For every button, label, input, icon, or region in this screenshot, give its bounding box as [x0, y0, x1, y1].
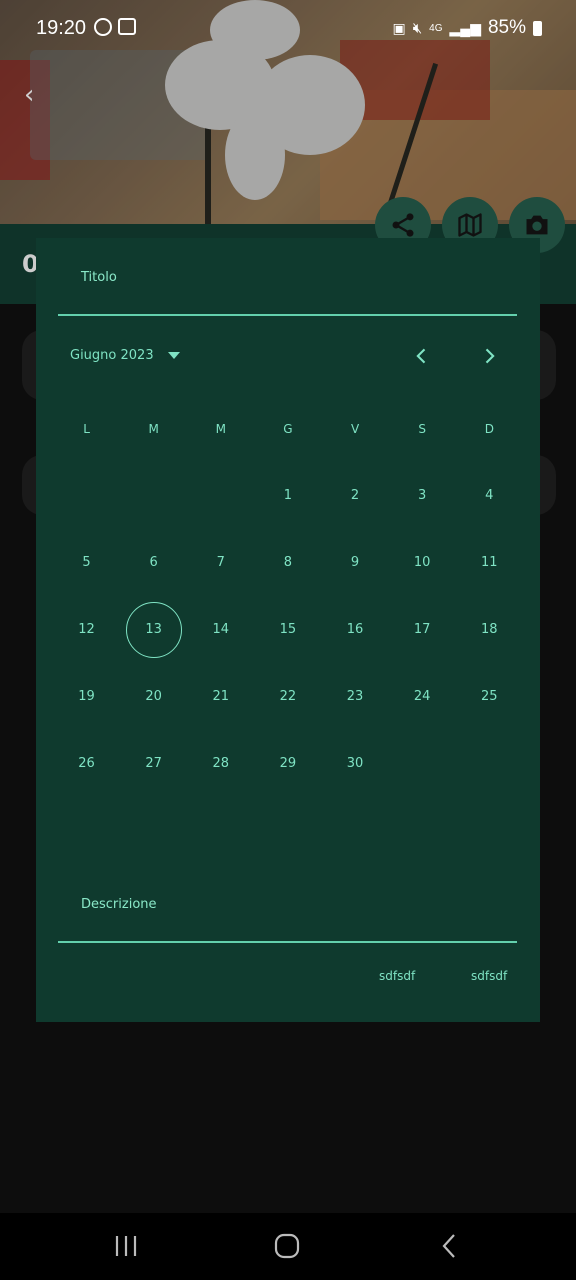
- weekday-label: M: [215, 422, 226, 436]
- calendar-day[interactable]: 24: [389, 669, 456, 725]
- back-arrow-icon[interactable]: ‹: [24, 80, 34, 110]
- previous-month-button[interactable]: [410, 344, 434, 368]
- calendar-day[interactable]: 8: [254, 535, 321, 591]
- calendar-day[interactable]: 2: [322, 468, 389, 524]
- calendar-day[interactable]: 3: [389, 468, 456, 524]
- calendar-week: 26 27 28 29 30: [53, 736, 523, 792]
- weekday-label: L: [83, 422, 90, 436]
- calendar-day-empty: [187, 468, 254, 524]
- network-type: 4G: [429, 22, 443, 34]
- dialog-action-button[interactable]: sdfsdf: [471, 969, 507, 983]
- battery-saver-icon: ▣: [392, 19, 406, 36]
- calendar-day[interactable]: 12: [53, 602, 120, 658]
- status-bar: 19:20 ▣ 🔇︎ 4G ▂▄▆ 85%: [0, 0, 576, 56]
- recent-apps-icon[interactable]: [112, 1232, 140, 1260]
- calendar-day-empty: [389, 736, 456, 792]
- dialog-action-button[interactable]: sdfsdf: [379, 969, 415, 983]
- camera-icon: [526, 215, 548, 235]
- title-field-label: Titolo: [81, 270, 117, 285]
- status-time: 19:20: [36, 17, 87, 39]
- calendar-week: 1 2 3 4: [53, 468, 523, 524]
- date-picker-dialog: Titolo Giugno 2023 L M M G V S D 1 2 3 4…: [36, 238, 540, 1022]
- calendar-day[interactable]: 4: [456, 468, 523, 524]
- battery-level: 85%: [487, 17, 526, 38]
- calendar-day[interactable]: 10: [389, 535, 456, 591]
- title-field-underline[interactable]: [58, 314, 517, 316]
- battery-icon: [533, 20, 542, 36]
- weekday-label: S: [418, 422, 426, 436]
- map-icon: [458, 213, 482, 237]
- calendar-week: 19 20 21 22 23 24 25: [53, 669, 523, 725]
- calendar-day[interactable]: 30: [322, 736, 389, 792]
- calendar-day[interactable]: 19: [53, 669, 120, 725]
- calendar-week: 5 6 7 8 9 10 11: [53, 535, 523, 591]
- calendar-day-empty: [456, 736, 523, 792]
- calendar-day[interactable]: 26: [53, 736, 120, 792]
- calendar-day[interactable]: 23: [322, 669, 389, 725]
- back-icon[interactable]: [436, 1232, 464, 1260]
- description-field-underline[interactable]: [58, 941, 517, 943]
- calendar-day-selected[interactable]: 13: [120, 602, 187, 658]
- home-icon[interactable]: [273, 1232, 301, 1260]
- calendar-day-empty: [120, 468, 187, 524]
- calendar-day[interactable]: 17: [389, 602, 456, 658]
- calendar-day[interactable]: 16: [322, 602, 389, 658]
- calendar-day[interactable]: 6: [120, 535, 187, 591]
- calendar-day[interactable]: 18: [456, 602, 523, 658]
- calendar-day[interactable]: 15: [254, 602, 321, 658]
- calendar-day[interactable]: 7: [187, 535, 254, 591]
- calendar-day[interactable]: 27: [120, 736, 187, 792]
- description-field-label: Descrizione: [81, 897, 157, 912]
- calendar-day[interactable]: 9: [322, 535, 389, 591]
- calendar-day[interactable]: 5: [53, 535, 120, 591]
- dropdown-caret-icon: [167, 352, 180, 359]
- mute-icon: 🔇︎: [412, 19, 423, 37]
- calendar-day[interactable]: 25: [456, 669, 523, 725]
- weekday-header: L M M G V S D: [53, 422, 523, 436]
- weekday-label: V: [350, 422, 360, 436]
- calendar-day[interactable]: 29: [254, 736, 321, 792]
- calendar-day[interactable]: 11: [456, 535, 523, 591]
- calendar-day[interactable]: 21: [187, 669, 254, 725]
- month-year-selector[interactable]: Giugno 2023: [70, 348, 180, 363]
- whatsapp-icon: [94, 18, 112, 36]
- next-month-button[interactable]: [477, 344, 501, 368]
- chevron-right-icon: [485, 348, 495, 364]
- calendar-day[interactable]: 14: [187, 602, 254, 658]
- calendar-week: 12 13 14 15 16 17 18: [53, 602, 523, 658]
- signal-icon: ▂▄▆: [449, 19, 481, 36]
- calendar-day[interactable]: 1: [254, 468, 321, 524]
- weekday-label: M: [148, 422, 159, 436]
- gallery-icon: [118, 18, 136, 35]
- share-icon: [392, 213, 414, 237]
- calendar-day[interactable]: 20: [120, 669, 187, 725]
- month-year-label: Giugno 2023: [70, 348, 154, 363]
- weekday-label: G: [283, 422, 293, 436]
- calendar-day[interactable]: 22: [254, 669, 321, 725]
- weekday-label: D: [484, 422, 494, 436]
- chevron-left-icon: [416, 348, 426, 364]
- calendar-day[interactable]: 28: [187, 736, 254, 792]
- calendar-day-empty: [53, 468, 120, 524]
